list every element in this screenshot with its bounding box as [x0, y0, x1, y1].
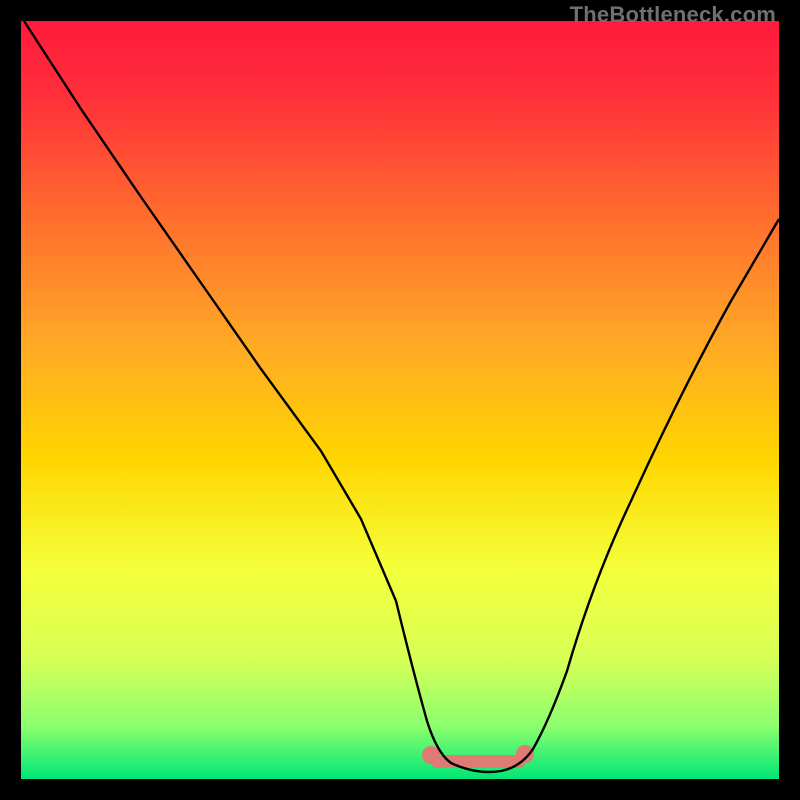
bottleneck-chart: [21, 21, 779, 779]
gradient-background: [21, 21, 779, 779]
watermark-text: TheBottleneck.com: [570, 2, 776, 28]
chart-frame: [21, 21, 779, 779]
